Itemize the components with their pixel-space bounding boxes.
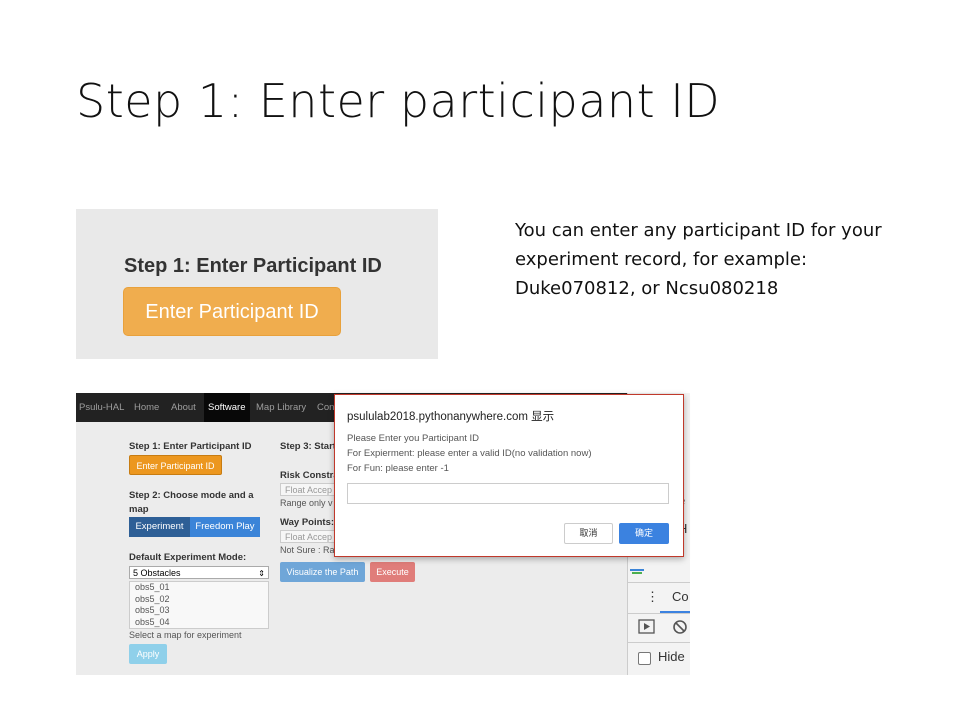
nav-item-contact[interactable]: Con xyxy=(317,393,334,422)
map-listbox[interactable]: obs5_01 obs5_02 obs5_03 obs5_04 obs5_05 xyxy=(129,581,269,629)
select-value: 5 Obstacles xyxy=(133,568,181,578)
zoom-enter-id-button[interactable]: Enter Participant ID xyxy=(123,287,341,336)
zoomed-step1-snippet: Step 1: Enter Participant ID Enter Parti… xyxy=(76,209,438,359)
nav-item-home[interactable]: Home xyxy=(134,393,159,422)
not-sure-note: Not Sure : Ra xyxy=(280,545,335,555)
devtools-minimap xyxy=(628,569,690,577)
slide-description: You can enter any participant ID for you… xyxy=(515,220,882,299)
dialog-cancel-button[interactable]: 取消 xyxy=(564,523,613,544)
visualize-path-button[interactable]: Visualize the Path xyxy=(280,562,365,582)
step1-label: Step 1: Enter Participant ID xyxy=(129,441,252,452)
select-map-hint: Select a map for experiment xyxy=(129,630,242,640)
enter-participant-id-button[interactable]: Enter Participant ID xyxy=(129,455,222,475)
hide-label: Hide xyxy=(658,649,685,664)
risk-constraint-input[interactable]: Float Accep xyxy=(280,483,340,496)
freedom-play-button[interactable]: Freedom Play xyxy=(190,517,260,537)
waypoints-input[interactable]: Float Accep xyxy=(280,530,340,543)
default-mode-label: Default Experiment Mode: xyxy=(129,552,247,563)
alert-dialog: psululab2018.pythonanywhere.com 显示 Pleas… xyxy=(334,394,684,557)
zoom-step-title: Step 1: Enter Participant ID xyxy=(124,255,382,277)
devtools-tabbar: ⋮ Co xyxy=(628,582,690,614)
obstacle-select[interactable]: 5 Obstacles ⇕ xyxy=(129,566,269,579)
dialog-input[interactable] xyxy=(347,483,669,504)
dialog-ok-button[interactable]: 确定 xyxy=(619,523,669,544)
nav-brand[interactable]: Psulu-HAL xyxy=(79,393,124,422)
clear-console-icon[interactable] xyxy=(672,619,688,635)
dialog-title: psululab2018.pythonanywhere.com 显示 xyxy=(347,411,555,423)
nav-item-map-library[interactable]: Map Library xyxy=(256,393,306,422)
waypoints-label: Way Points: xyxy=(280,517,335,528)
list-item[interactable]: obs5_05 xyxy=(130,628,268,629)
dialog-line-1: Please Enter you Participant ID xyxy=(347,433,480,444)
play-panel-icon[interactable] xyxy=(638,619,656,635)
list-item[interactable]: obs5_03 xyxy=(130,605,268,617)
experiment-mode-button[interactable]: Experiment xyxy=(129,517,190,537)
nav-item-about[interactable]: About xyxy=(171,393,196,422)
select-arrows-icon: ⇕ xyxy=(258,569,265,578)
nav-item-software[interactable]: Software xyxy=(204,393,250,422)
range-note: Range only v xyxy=(280,498,333,508)
hide-checkbox[interactable] xyxy=(638,652,651,665)
step2-label: Step 2: Choose mode and a xyxy=(129,490,254,501)
console-tab[interactable]: Co xyxy=(672,589,689,604)
step2-label-cont: map xyxy=(129,504,149,515)
dialog-line-2: For Expierment: please enter a valid ID(… xyxy=(347,448,592,459)
list-item[interactable]: obs5_04 xyxy=(130,617,268,629)
more-vert-icon[interactable]: ⋮ xyxy=(646,589,659,605)
dialog-line-3: For Fun: please enter -1 xyxy=(347,463,449,474)
apply-button[interactable]: Apply xyxy=(129,644,167,664)
step3-label: Step 3: Start xyxy=(280,441,336,452)
execute-button[interactable]: Execute xyxy=(370,562,415,582)
list-item[interactable]: obs5_02 xyxy=(130,594,268,606)
slide-title: Step 1: Enter participant ID xyxy=(76,74,721,128)
list-item[interactable]: obs5_01 xyxy=(130,582,268,594)
risk-constraint-label: Risk Constra xyxy=(280,470,339,481)
